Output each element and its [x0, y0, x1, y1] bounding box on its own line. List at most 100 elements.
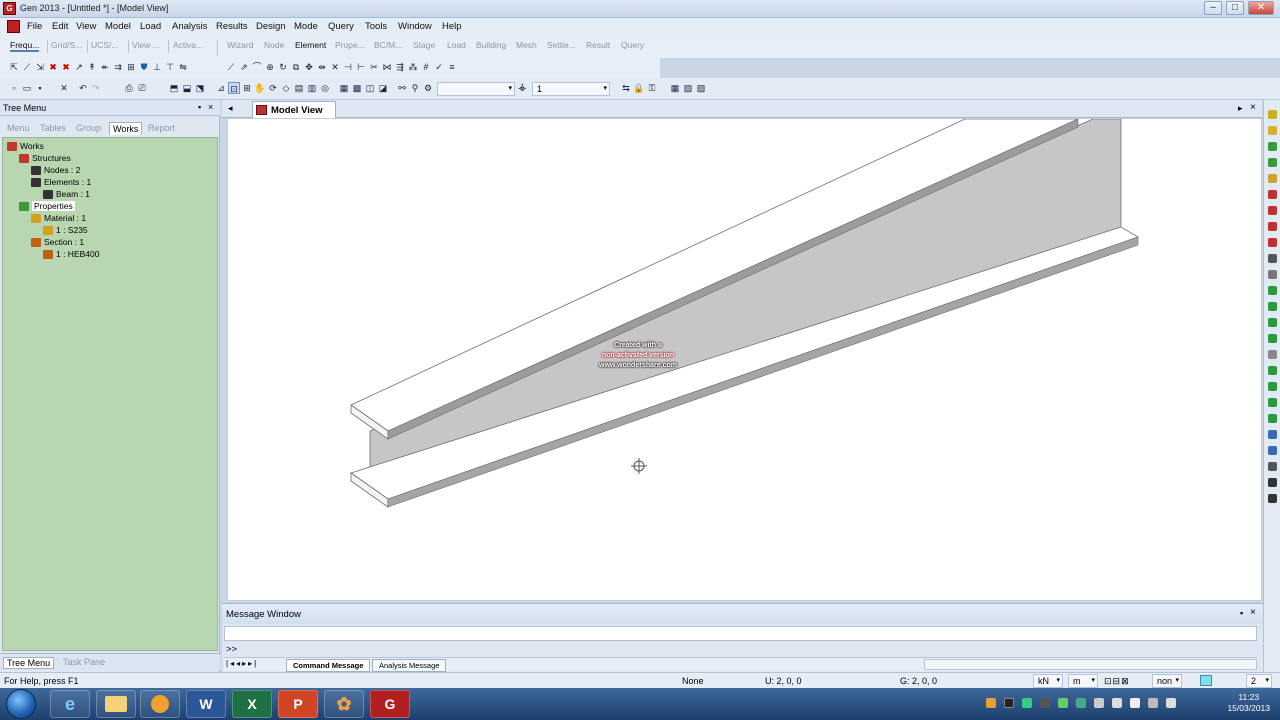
extra-unit-select[interactable]: non ▾	[1152, 674, 1182, 688]
right-tool-icon[interactable]	[1268, 206, 1277, 215]
app-icon[interactable]: G	[3, 2, 16, 15]
swap-icon[interactable]: ⇆	[620, 82, 632, 94]
tab-wizard[interactable]: Wizard	[227, 40, 253, 50]
media-player-icon[interactable]	[140, 690, 180, 718]
renumber-icon[interactable]: #	[420, 61, 432, 73]
pin-icon[interactable]: ▪	[198, 102, 201, 112]
tab-result[interactable]: Result	[586, 40, 610, 50]
close-button[interactable]: ✕	[1248, 1, 1274, 15]
right-tool-icon[interactable]	[1268, 174, 1277, 183]
right-tool-icon[interactable]	[1268, 286, 1277, 295]
split-icon[interactable]: ⊣	[342, 61, 354, 73]
tab-frequ[interactable]: Frequ...	[10, 40, 40, 52]
right-tool-icon[interactable]	[1268, 302, 1277, 311]
create-element-icon[interactable]: ⟋	[225, 61, 237, 73]
right-tool-icon[interactable]	[1268, 158, 1277, 167]
right-tool-icon[interactable]	[1268, 414, 1277, 423]
right-tool-icon[interactable]	[1268, 398, 1277, 407]
panel-close-icon[interactable]: ×	[208, 102, 213, 112]
tray-icon-1[interactable]	[986, 698, 996, 708]
print-icon[interactable]: ⎙	[123, 82, 135, 94]
right-tool-icon[interactable]	[1268, 254, 1277, 263]
preview-icon[interactable]: ⎚	[136, 82, 148, 94]
model-view-canvas[interactable]: Created with a non-activated version www…	[227, 118, 1262, 601]
tab-query[interactable]: Query	[621, 40, 644, 50]
force-unit-select[interactable]: kN ▾	[1033, 674, 1063, 688]
midas-gen-icon[interactable]: G	[370, 690, 410, 718]
sel-icon[interactable]: ⚙	[422, 82, 434, 94]
right-tool-icon[interactable]	[1268, 334, 1277, 343]
right-tool-icon[interactable]	[1268, 494, 1277, 503]
right-tool-icon[interactable]	[1268, 222, 1277, 231]
tab-scroll-left-icon[interactable]: ◂	[228, 103, 233, 114]
powerpoint-icon[interactable]: P	[278, 690, 318, 718]
minimize-button[interactable]: –	[1204, 1, 1222, 15]
zoom-in-icon[interactable]: ⊞	[241, 82, 253, 94]
zoom-fit-icon[interactable]: ⊡	[228, 82, 240, 94]
extend-icon[interactable]: ⊢	[355, 61, 367, 73]
select-icon[interactable]: ⇱	[8, 61, 20, 73]
excel-icon[interactable]: X	[232, 690, 272, 718]
menu-analysis[interactable]: Analysis	[172, 21, 207, 32]
check-icon[interactable]: ✓	[433, 61, 445, 73]
offset-icon[interactable]: ⇶	[394, 61, 406, 73]
explorer-icon[interactable]	[96, 690, 136, 718]
right-tool-icon[interactable]	[1268, 110, 1277, 119]
undo-icon[interactable]: ↶	[77, 82, 89, 94]
tab-scroll-right-icon[interactable]: ▸	[1238, 103, 1243, 114]
right-tool-icon[interactable]	[1268, 142, 1277, 151]
right-tool-icon[interactable]	[1268, 430, 1277, 439]
iso-view-icon[interactable]: ◇	[280, 82, 292, 94]
tab-view[interactable]: View ...	[132, 40, 160, 50]
link-icon[interactable]: ⚯	[396, 82, 408, 94]
tab-tree-menu[interactable]: Tree Menu	[3, 657, 55, 669]
maximize-button[interactable]: □	[1226, 1, 1244, 15]
tab-ucs[interactable]: UCS/...	[91, 40, 118, 50]
menu-file[interactable]: File	[27, 21, 42, 32]
menu-model[interactable]: Model	[105, 21, 131, 32]
extrude-icon[interactable]: ↟	[86, 61, 98, 73]
volume-icon[interactable]	[1166, 698, 1176, 708]
divide-icon[interactable]: ↞	[99, 61, 111, 73]
tab-task-pane[interactable]: Task Pane	[60, 657, 108, 667]
tab-settle[interactable]: Settle...	[547, 40, 576, 50]
filter-icon[interactable]: ⚲	[409, 82, 421, 94]
tab-node[interactable]: Node	[264, 40, 284, 50]
right-tool-icon[interactable]	[1268, 270, 1277, 279]
network-icon[interactable]	[1148, 698, 1158, 708]
target-icon[interactable]: ⊕	[264, 61, 276, 73]
flag-icon[interactable]	[1130, 698, 1140, 708]
menu-help[interactable]: Help	[442, 21, 462, 32]
doc-close-icon[interactable]: ×	[1250, 102, 1256, 113]
tray-icon-7[interactable]	[1094, 698, 1104, 708]
start-button[interactable]	[6, 689, 36, 719]
word-icon[interactable]: W	[186, 690, 226, 718]
tree-node[interactable]: 1 : HEB400	[43, 249, 99, 259]
menu-design[interactable]: Design	[256, 21, 286, 32]
menu-tools[interactable]: Tools	[365, 21, 387, 32]
recorder-icon[interactable]: ✿	[324, 690, 364, 718]
right-tool-icon[interactable]	[1268, 478, 1277, 487]
mirror-icon[interactable]: ⇹	[316, 61, 328, 73]
menu-window[interactable]: Window	[398, 21, 432, 32]
delete-node-icon[interactable]: ✖	[47, 61, 59, 73]
tab-group[interactable]: Group	[73, 122, 104, 134]
menu-results[interactable]: Results	[216, 21, 248, 32]
tree-node[interactable]: Nodes : 2	[31, 165, 80, 175]
page-select[interactable]: 2 ▾	[1246, 674, 1272, 688]
render-icon[interactable]: ▩	[351, 82, 363, 94]
tab-menu[interactable]: Menu	[4, 122, 33, 134]
mesh-icon[interactable]: ⊞	[125, 61, 137, 73]
array-icon[interactable]: ⁂	[407, 61, 419, 73]
tree-node[interactable]: Structures	[19, 153, 71, 163]
tray-icon-2[interactable]	[1004, 698, 1014, 708]
tab-command-message[interactable]: Command Message	[286, 659, 371, 672]
tree-node[interactable]: Material : 1	[31, 213, 86, 223]
activate-icon[interactable]: ⚶	[518, 82, 527, 93]
tray-icon-5[interactable]	[1058, 698, 1068, 708]
tab-bcm[interactable]: BC/M...	[374, 40, 402, 50]
tab-model-view[interactable]: Model View	[252, 101, 336, 118]
ie-icon[interactable]: e	[50, 690, 90, 718]
grid-icon[interactable]: ▦	[669, 82, 681, 94]
tab-tables[interactable]: Tables	[37, 122, 69, 134]
